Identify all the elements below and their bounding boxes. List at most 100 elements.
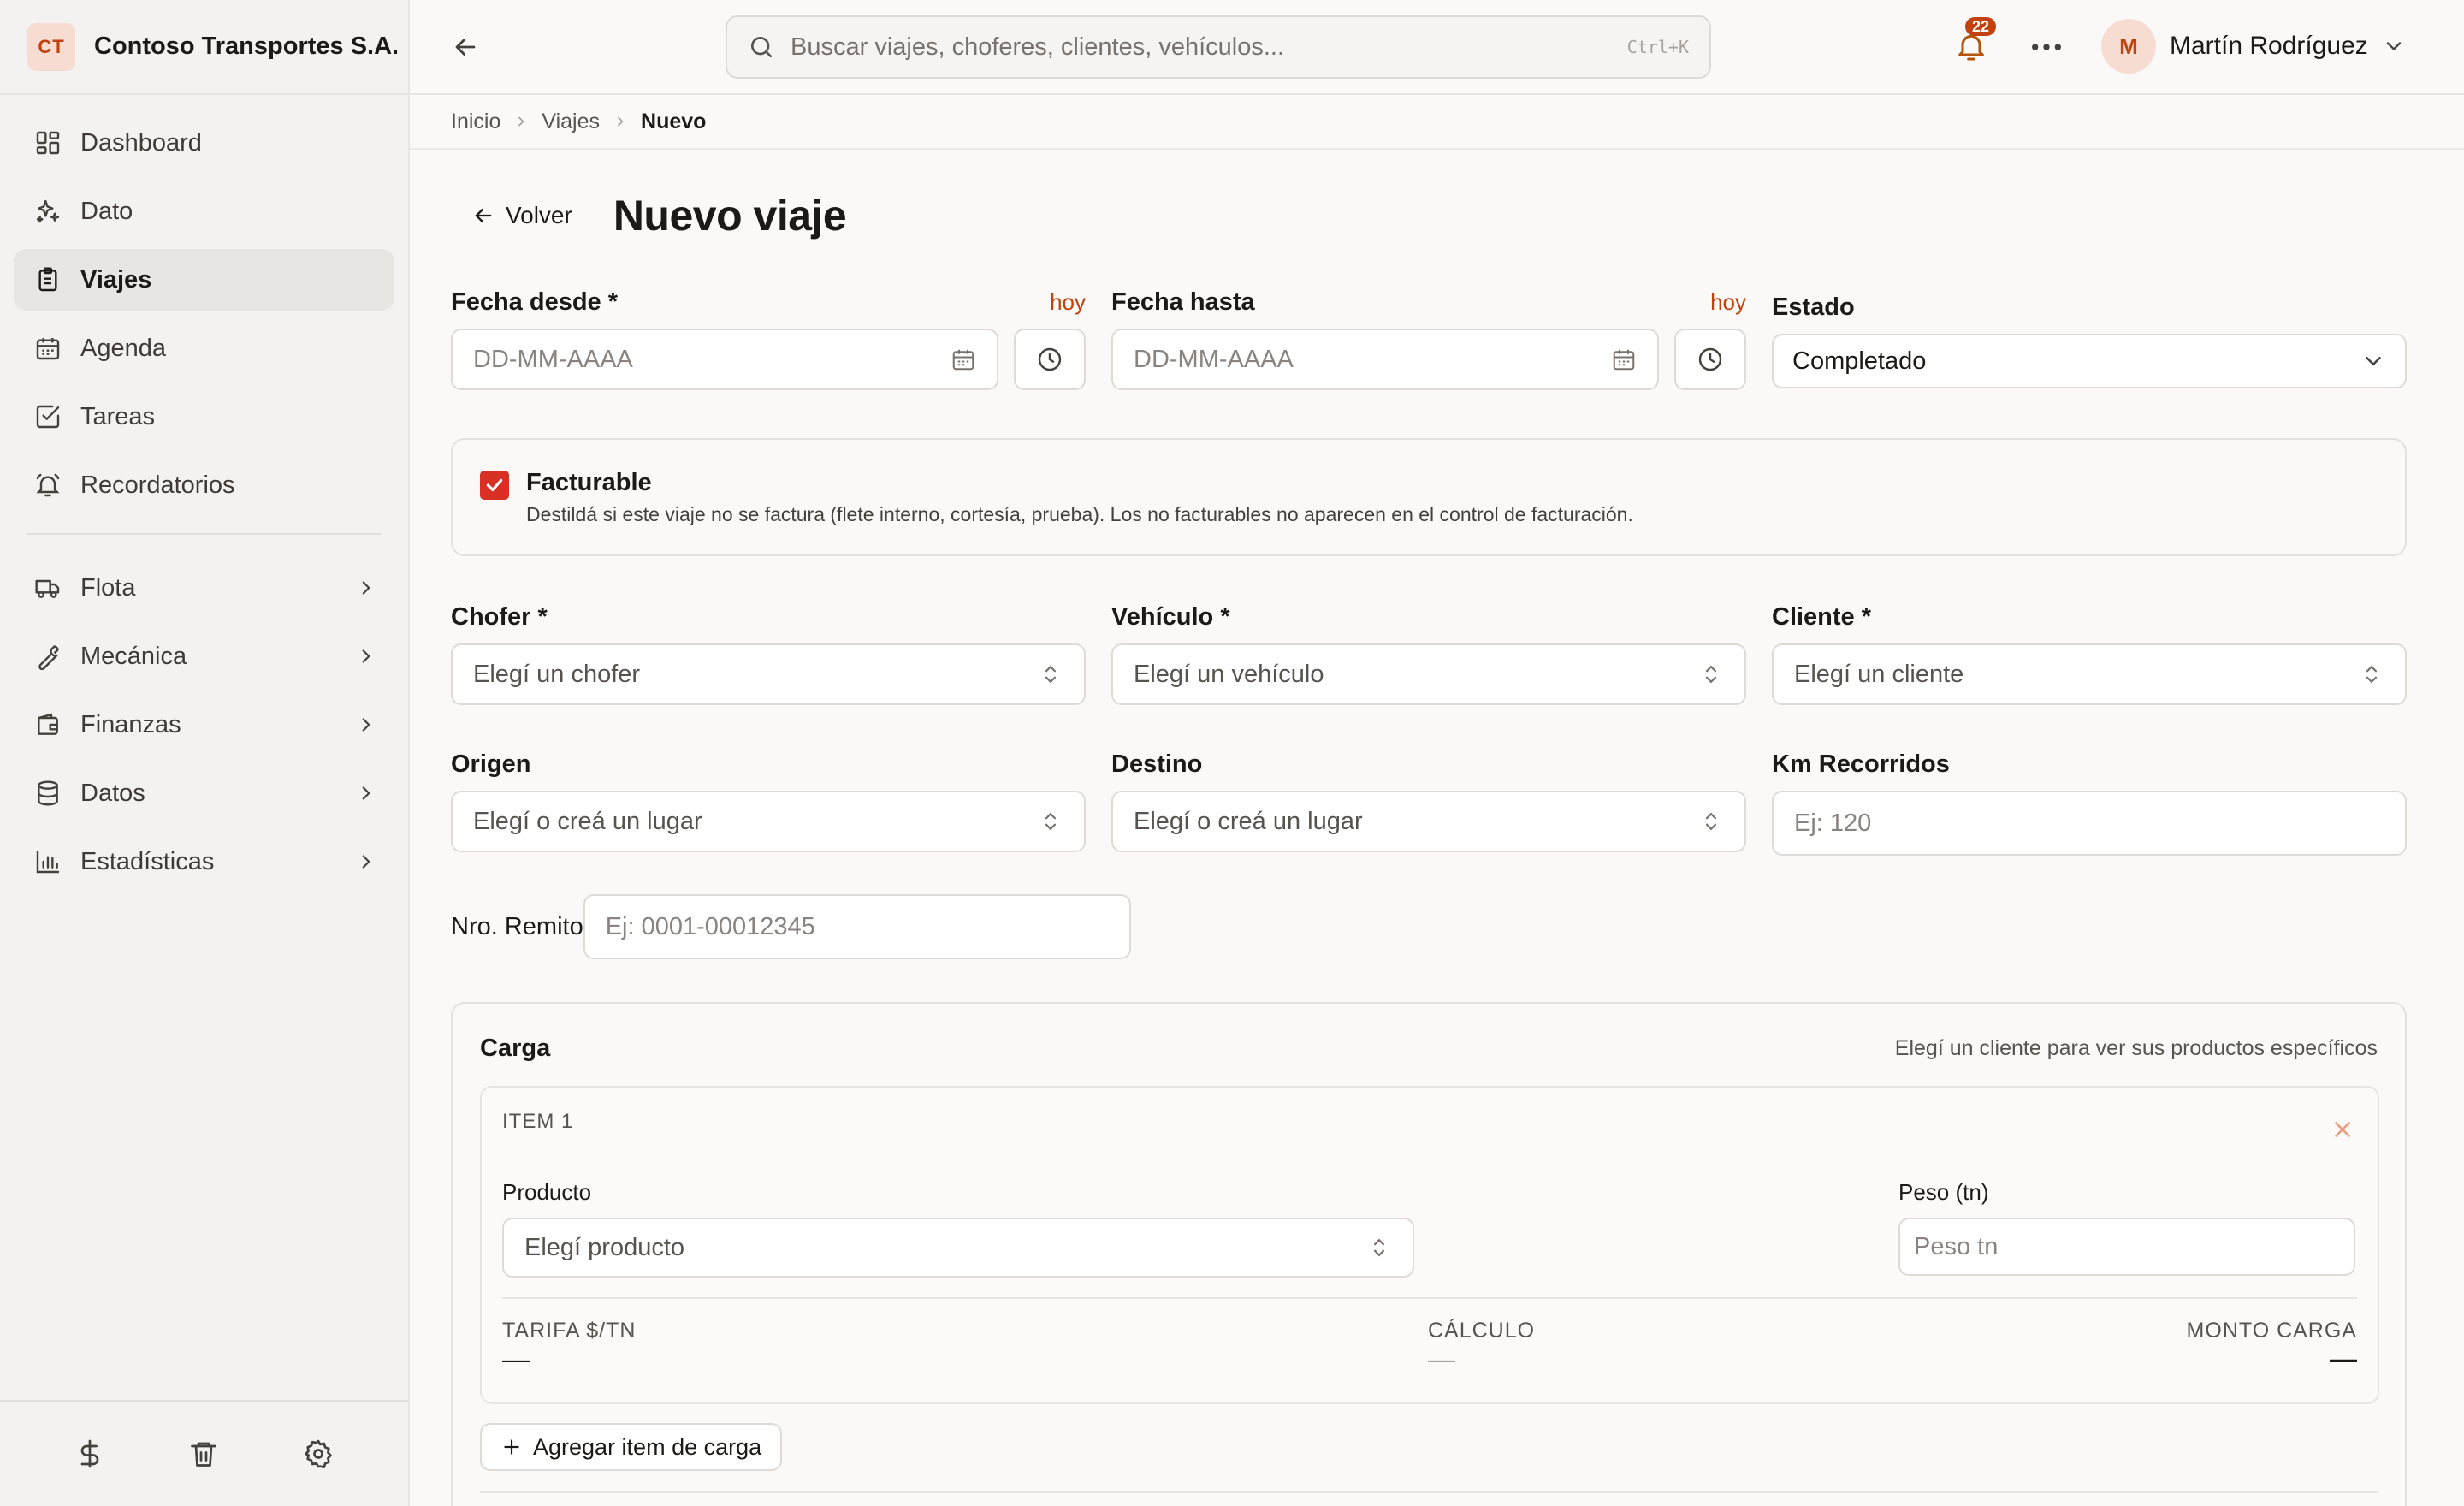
sidebar-item-finanzas[interactable]: Finanzas [14,694,394,756]
dollar-icon[interactable] [74,1438,105,1469]
tarifa-label: TARIFA $/TN [502,1319,637,1343]
database-icon [38,780,58,806]
calendar-icon[interactable] [1611,347,1637,372]
carga-divider [480,1491,2378,1493]
estado-select[interactable]: Completado [1772,334,2407,388]
calculo-label: CÁLCULO [1428,1319,1536,1343]
cliente-select[interactable]: Elegí un cliente [1772,643,2407,705]
bar-chart-icon [36,850,60,874]
search-shortcut: Ctrl+K [1626,37,1689,57]
arrow-left-icon [475,208,492,223]
gear-icon[interactable] [303,1438,334,1469]
origen-select[interactable]: Elegí o creá un lugar [451,791,1086,852]
sidebar-item-mecanica[interactable]: Mecánica [14,626,394,687]
chevron-right-icon [518,116,525,127]
sidebar-item-label: Agenda [80,334,166,362]
back-button-label: Volver [506,202,572,228]
calculo-block: CÁLCULO — [1428,1319,1535,1375]
chevrons-up-down-icon [1705,812,1717,831]
facturable-checkbox[interactable] [480,471,509,500]
add-carga-item-label: Agregar item de carga [533,1433,762,1460]
producto-group: Producto Elegí producto [502,1178,1414,1278]
sidebar-divider [27,533,381,535]
chofer-placeholder: Elegí un chofer [473,660,641,688]
chevron-right-icon [362,786,370,800]
sidebar-item-dato[interactable]: Dato [14,181,394,242]
sidebar-item-viajes[interactable]: Viajes [14,249,394,311]
back-arrow-icon[interactable] [451,33,480,62]
chevron-right-icon [362,649,370,663]
km-field[interactable] [1772,791,2407,856]
trash-icon[interactable] [188,1438,219,1469]
user-menu[interactable]: M Martín Rodríguez [2101,19,2406,74]
fecha-hasta-time-button[interactable] [1674,329,1746,390]
sidebar-item-recordatorios[interactable]: Recordatorios [14,454,394,516]
sidebar-item-estadisticas[interactable]: Estadísticas [14,831,394,892]
tarifa-value: — [502,1343,530,1374]
facturable-card: Facturable Destildá si este viaje no se … [451,438,2407,556]
producto-select[interactable]: Elegí producto [502,1218,1414,1278]
sidebar-item-label: Flota [80,573,136,602]
chevron-right-icon [362,718,370,732]
fecha-desde-field[interactable] [451,329,998,390]
fecha-hasta-field[interactable] [1111,329,1659,390]
item-tag: ITEM 1 [502,1110,574,1133]
bell-ring-icon [36,473,60,497]
cliente-label: Cliente * [1772,603,1872,631]
destino-group: Destino Elegí o creá un lugar [1111,750,1746,852]
fecha-desde-label: Fecha desde * [451,288,619,316]
fecha-desde-input[interactable] [473,345,951,374]
destino-select[interactable]: Elegí o creá un lugar [1111,791,1746,852]
fecha-desde-time-button[interactable] [1014,329,1086,390]
notification-count-badge: 22 [1965,17,1997,36]
chofer-group: Chofer * Elegí un chofer [451,603,1086,705]
item-divider [502,1297,2357,1299]
peso-input[interactable] [1914,1232,2340,1261]
origen-placeholder: Elegí o creá un lugar [473,807,702,835]
facturable-label[interactable]: Facturable [526,469,652,497]
sidebar-item-label: Datos [80,779,145,807]
breadcrumb-inicio[interactable]: Inicio [451,110,500,134]
search-input[interactable] [791,33,1627,62]
estado-value: Completado [1792,347,1927,375]
calendar-icon[interactable] [951,347,976,372]
vehiculo-select[interactable]: Elegí un vehículo [1111,643,1746,705]
sparkles-icon [36,199,60,223]
sidebar-item-label: Dato [80,197,133,225]
breadcrumb-viajes[interactable]: Viajes [542,110,600,134]
brand[interactable]: CT Contoso Transportes S.A. [0,0,408,95]
sidebar-item-datos[interactable]: Datos [14,762,394,824]
km-input[interactable] [1794,809,2384,838]
back-button[interactable]: Volver [451,193,593,238]
add-carga-item-button[interactable]: Agregar item de carga [480,1423,783,1471]
peso-field[interactable] [1898,1218,2355,1276]
km-label: Km Recorridos [1772,750,1950,778]
remito-group: Nro. Remito [451,894,1131,959]
global-search[interactable]: Ctrl+K [726,15,1711,79]
remito-field[interactable] [583,894,1131,959]
remito-input[interactable] [605,912,1109,941]
more-options-icon[interactable] [2029,33,2064,62]
carga-title: Carga [480,1035,551,1062]
search-icon [751,37,772,57]
peso-group: Peso (tn) [1898,1178,2355,1276]
vehiculo-placeholder: Elegí un vehículo [1134,660,1324,688]
remito-label: Nro. Remito [451,912,583,940]
clock-icon [1038,347,1062,371]
sidebar-item-tareas[interactable]: Tareas [14,386,394,448]
sidebar-item-agenda[interactable]: Agenda [14,317,394,379]
fecha-hasta-hoy-link[interactable]: hoy [1710,289,1746,316]
sidebar-item-flota[interactable]: Flota [14,557,394,619]
fecha-desde-hoy-link[interactable]: hoy [1050,289,1086,316]
chevron-right-icon [617,116,624,127]
chevrons-up-down-icon [2366,665,2378,684]
clock-icon [1698,347,1722,371]
producto-placeholder: Elegí producto [524,1233,685,1261]
fecha-hasta-input[interactable] [1134,345,1611,374]
chevron-right-icon [362,581,370,595]
close-icon[interactable] [2330,1117,2355,1142]
sidebar-item-dashboard[interactable]: Dashboard [14,112,394,174]
producto-label: Producto [502,1179,592,1205]
chofer-select[interactable]: Elegí un chofer [451,643,1086,705]
chevrons-up-down-icon [1705,665,1717,684]
